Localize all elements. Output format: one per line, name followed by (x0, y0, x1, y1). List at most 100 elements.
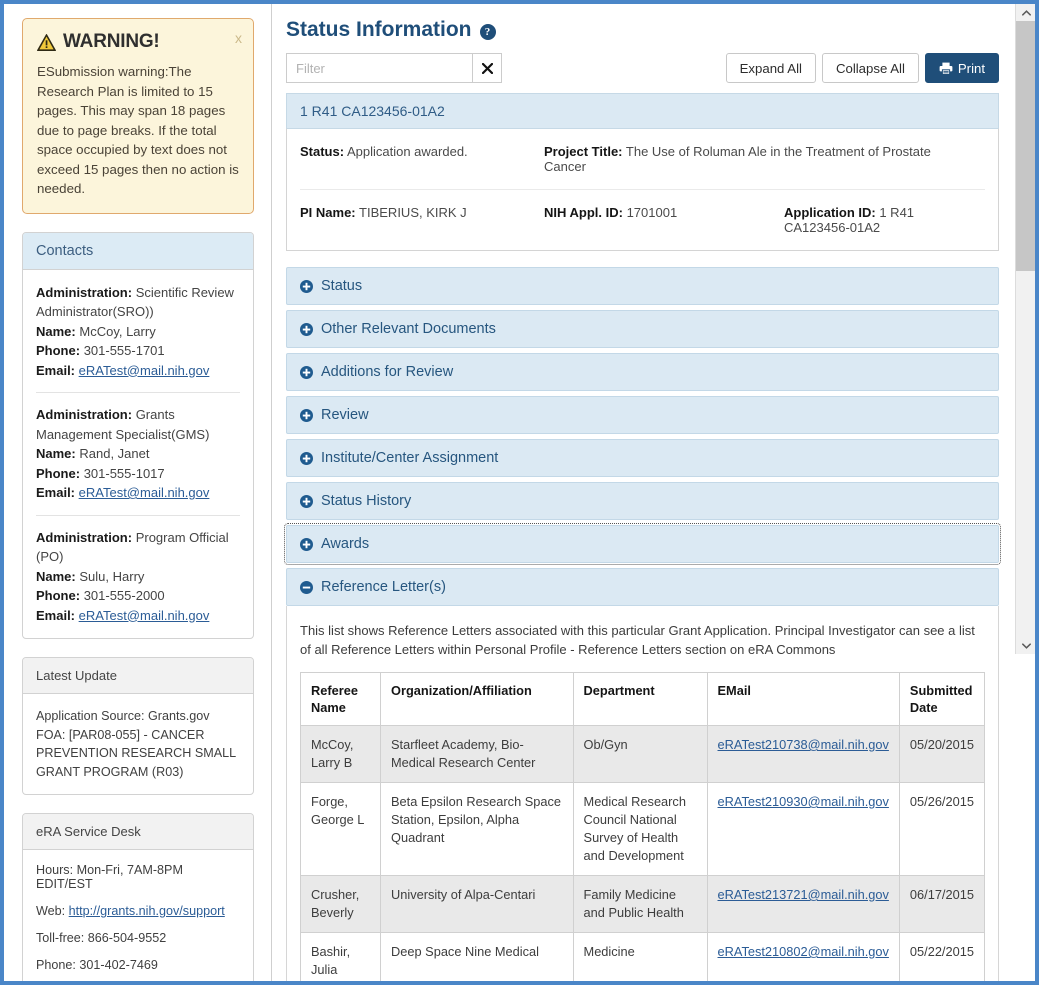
contact-phone-value: 301-555-1701 (83, 343, 165, 358)
contact-phone-value: 301-555-1017 (83, 465, 165, 481)
plus-circle-icon (300, 451, 313, 465)
contact-administration-label: Administration: (36, 529, 133, 545)
service-desk-web-label: Web: (36, 904, 66, 918)
cell-referee-name: McCoy, Larry B (299, 725, 382, 783)
toolbar: Expand All Collapse All Print (286, 53, 999, 83)
cell-organization: University of Alpa-Centari (380, 875, 574, 933)
contact-item: Administration: Grants Management Specia… (36, 405, 240, 503)
reference-letters-table: Referee Name Organization/Affiliation De… (299, 672, 986, 981)
contact-email-link[interactable]: eRATest@mail.nih.gov (79, 363, 210, 378)
cell-department: Medical Research Council National Survey… (572, 782, 708, 876)
warning-body-text: ESubmission warning:The Research Plan is… (37, 64, 239, 196)
contact-phone-label: Phone: (36, 588, 81, 603)
close-icon (481, 62, 493, 74)
cell-email: eRATest210930@mail.nih.gov (706, 782, 900, 876)
accordion-label: Awards (321, 536, 370, 552)
service-desk-phone: Phone: 301-402-7469 (36, 958, 158, 972)
cell-email: eRATest210802@mail.nih.gov (706, 932, 900, 981)
contact-phone-label: Phone: (36, 343, 81, 358)
column-header-organization[interactable]: Organization/Affiliation (380, 672, 574, 726)
cell-submitted-date: 05/20/2015 (898, 725, 986, 783)
scroll-up-button[interactable] (1016, 4, 1035, 21)
print-button[interactable]: Print (924, 53, 999, 83)
table-row: Bashir, Julia Deep Space Nine Medical Me… (299, 932, 986, 981)
application-id-bar: 1 R41 CA123456-01A2 (286, 93, 999, 128)
accordion-other-relevant-documents[interactable]: Other Relevant Documents (286, 310, 999, 348)
contacts-heading: Contacts (23, 232, 253, 270)
column-header-referee-name[interactable]: Referee Name (299, 672, 382, 726)
contact-administration-label: Administration: (36, 407, 133, 422)
accordion-awards[interactable]: Awards (284, 523, 1001, 565)
contact-item: Administration: Scientific Review Admini… (36, 283, 240, 381)
service-desk-heading: eRA Service Desk (23, 814, 253, 850)
cell-referee-name: Crusher, Beverly (299, 875, 382, 933)
column-header-email[interactable]: EMail (706, 672, 900, 726)
application-source-text: Application Source: Grants.gov (36, 709, 210, 723)
email-link[interactable]: eRATest210930@mail.nih.gov (718, 794, 889, 809)
email-link[interactable]: eRATest210802@mail.nih.gov (718, 944, 889, 959)
accordion-status[interactable]: Status (286, 267, 999, 305)
table-header: Referee Name Organization/Affiliation De… (299, 672, 986, 726)
accordion-additions-for-review[interactable]: Additions for Review (286, 353, 999, 391)
column-header-department[interactable]: Department (572, 672, 708, 726)
accordion-label: Status History (321, 493, 412, 509)
table-row: Forge, George L Beta Epsilon Research Sp… (299, 782, 986, 876)
contact-email-link[interactable]: eRATest@mail.nih.gov (79, 608, 210, 623)
status-label: Status: (300, 144, 345, 159)
chevron-down-icon (1021, 642, 1031, 649)
cell-department: Family Medicine and Public Health (572, 875, 708, 933)
era-service-desk-panel: eRA Service Desk Hours: Mon-Fri, 7AM-8PM… (22, 813, 254, 981)
column-header-submitted-date[interactable]: Submitted Date (898, 672, 986, 726)
project-title-label: Project Title: (544, 144, 623, 159)
scroll-down-button[interactable] (1016, 637, 1035, 654)
cell-submitted-date: 05/22/2015 (898, 932, 986, 981)
contact-phone-value: 301-555-2000 (83, 588, 165, 603)
collapse-all-button[interactable]: Collapse All (821, 53, 919, 83)
scrollbar-thumb[interactable] (1016, 21, 1035, 271)
divider (36, 392, 240, 393)
filter-input[interactable] (286, 53, 472, 83)
contacts-panel: Contacts Administration: Scientific Revi… (22, 231, 254, 639)
service-desk-web-link[interactable]: http://grants.nih.gov/support (69, 904, 225, 918)
minus-circle-icon (300, 580, 313, 594)
printer-icon (939, 62, 953, 75)
contact-administration-label: Administration: (36, 284, 133, 300)
cell-submitted-date: 05/26/2015 (898, 782, 986, 876)
vertical-scrollbar[interactable] (1015, 4, 1035, 654)
esubmission-warning-box: x WARNING! ESubmission warning:The Resea… (22, 18, 254, 214)
scrollbar-track[interactable] (1016, 271, 1035, 637)
accordion-status-history[interactable]: Status History (286, 482, 999, 520)
page-viewport: x WARNING! ESubmission warning:The Resea… (4, 4, 1015, 981)
accordion-label: Institute/Center Assignment (321, 450, 499, 466)
clear-filter-button[interactable] (472, 53, 502, 83)
application-detail-panel: Status: Application awarded. Project Tit… (286, 128, 999, 251)
nih-appl-id-cell: NIH Appl. ID: 1701001 (544, 205, 784, 235)
detail-row: Status: Application awarded. Project Tit… (300, 129, 985, 190)
close-icon[interactable]: x (235, 30, 242, 46)
accordion-label: Review (321, 407, 369, 423)
accordion-reference-letters[interactable]: Reference Letter(s) (286, 568, 999, 606)
accordion-institute-center-assignment[interactable]: Institute/Center Assignment (286, 439, 999, 477)
chevron-up-icon (1021, 9, 1031, 16)
help-icon[interactable]: ? (479, 24, 496, 40)
service-desk-tollfree: Toll-free: 866-504-9552 (36, 931, 167, 945)
application-id-cell: Application ID: 1 R41 CA123456-01A2 (784, 205, 985, 235)
page-title-text: Status Information (286, 18, 472, 41)
foa-text: FOA: [PAR08-055] - CANCER PREVENTION RES… (36, 727, 236, 779)
expand-all-button[interactable]: Expand All (725, 53, 816, 83)
divider (36, 514, 240, 516)
email-link[interactable]: eRATest210738@mail.nih.gov (718, 737, 889, 752)
email-link[interactable]: eRATest213721@mail.nih.gov (718, 887, 889, 902)
page-title: Status Information ? (286, 18, 999, 42)
accordion-review[interactable]: Review (286, 396, 999, 434)
cell-department: Medicine (572, 932, 708, 981)
status-cell: Status: Application awarded. (300, 144, 544, 174)
contact-phone-label: Phone: (36, 465, 81, 481)
plus-circle-icon (300, 494, 313, 508)
table-body: McCoy, Larry B Starfleet Academy, Bio-Me… (299, 725, 986, 981)
contact-email-link[interactable]: eRATest@mail.nih.gov (79, 485, 210, 500)
browser-frame: x WARNING! ESubmission warning:The Resea… (0, 0, 1039, 985)
plus-circle-icon (300, 408, 313, 422)
service-desk-body: Hours: Mon-Fri, 7AM-8PM EDIT/EST Web: ht… (23, 850, 253, 981)
